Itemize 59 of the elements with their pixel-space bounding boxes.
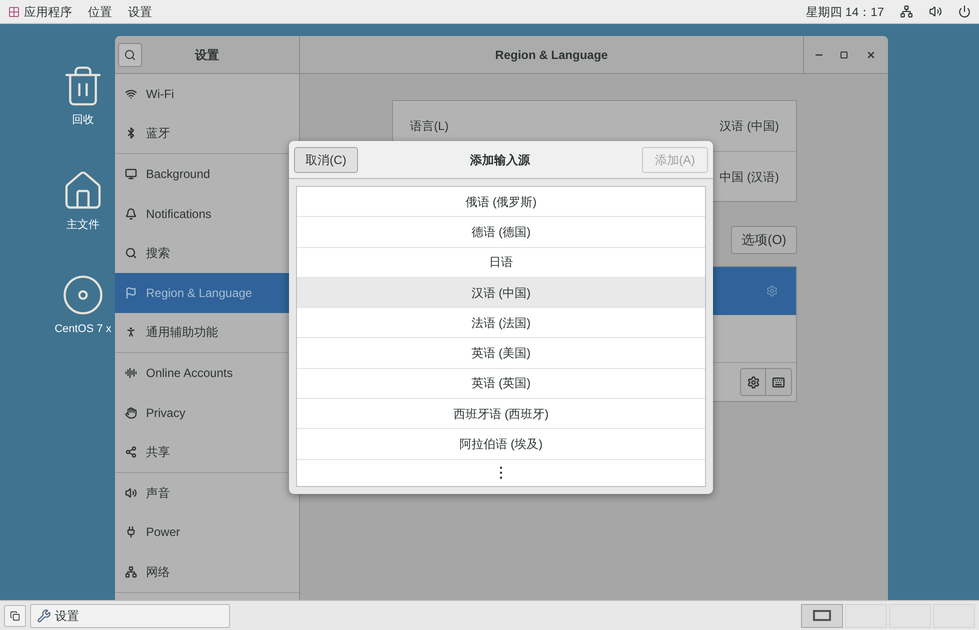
window-title: Region & Language xyxy=(494,46,609,64)
network-icon xyxy=(125,566,137,578)
bell-icon xyxy=(125,208,137,220)
desktop-icon-label[interactable]: 主文件 xyxy=(66,216,100,233)
language-item[interactable]: 汉语 (中国) xyxy=(297,278,705,308)
sidebar-title: 设置 xyxy=(194,46,220,64)
row-value: 汉语 (中国) xyxy=(720,118,779,135)
sidebar-item[interactable]: Online Accounts xyxy=(115,353,299,393)
keyboard-icon xyxy=(772,376,785,388)
flag-icon xyxy=(125,286,137,299)
windows-icon xyxy=(10,610,20,620)
sidebar-item[interactable]: Notifications xyxy=(115,194,299,234)
more-button[interactable]: ⋮ xyxy=(297,460,705,486)
bluetooth-icon xyxy=(125,127,137,140)
keyboard-button[interactable] xyxy=(766,368,792,396)
signal-icon xyxy=(125,366,137,379)
sidebar-item[interactable]: 声音 xyxy=(115,472,299,513)
plug-icon xyxy=(125,526,137,538)
row-label: 语言(L) xyxy=(410,118,449,135)
disc-icon[interactable] xyxy=(61,273,105,317)
sidebar-item[interactable]: Privacy xyxy=(115,392,299,432)
speaker-icon xyxy=(125,486,137,499)
menu-item[interactable]: 位置 xyxy=(88,2,112,20)
power-icon[interactable] xyxy=(958,5,971,18)
settings-button[interactable] xyxy=(740,368,766,396)
taskbar-task[interactable]: 设置 xyxy=(30,604,230,628)
desktop-icon-label[interactable]: 回收 xyxy=(72,112,94,128)
sidebar-item[interactable]: 通用辅助功能 xyxy=(115,312,299,352)
sidebar-item[interactable]: Power xyxy=(115,512,299,552)
sidebar-item[interactable]: Wi-Fi xyxy=(115,74,299,114)
search-icon xyxy=(125,247,137,260)
search-icon xyxy=(124,48,136,60)
workspace-button[interactable] xyxy=(801,604,843,628)
window-thumbnail xyxy=(813,610,831,621)
menu-item[interactable]: 设置 xyxy=(128,2,152,20)
close-icon[interactable] xyxy=(866,50,876,60)
maximize-icon[interactable] xyxy=(840,50,848,58)
apps-icon[interactable] xyxy=(8,6,20,18)
menu-item[interactable]: 应用程序 xyxy=(24,2,72,20)
show-desktop-button[interactable] xyxy=(4,604,26,626)
wrench-icon xyxy=(37,608,51,622)
search-button[interactable] xyxy=(118,42,142,66)
sidebar-item[interactable]: 共享 xyxy=(115,432,299,472)
sidebar-item[interactable]: 搜索 xyxy=(115,233,299,273)
hand-icon xyxy=(125,406,137,419)
desktop-icon-label[interactable]: CentOS 7 x xyxy=(54,321,112,338)
cancel-button[interactable]: 取消(C) xyxy=(294,146,358,172)
gear-icon xyxy=(746,376,760,388)
sidebar-item[interactable]: 网络 xyxy=(115,552,299,592)
wifi-icon xyxy=(125,88,137,100)
clock[interactable]: 星期四 14：17 xyxy=(806,2,884,20)
volume-icon[interactable] xyxy=(929,5,942,18)
monitor-icon xyxy=(125,168,137,180)
options-button[interactable]: 选项(O) xyxy=(731,226,797,254)
row-value: 中国 (汉语) xyxy=(720,168,779,186)
dialog-title: 添加输入源 xyxy=(469,152,531,168)
share-icon xyxy=(125,446,137,458)
network-icon[interactable] xyxy=(900,5,913,18)
person-icon xyxy=(125,326,137,338)
